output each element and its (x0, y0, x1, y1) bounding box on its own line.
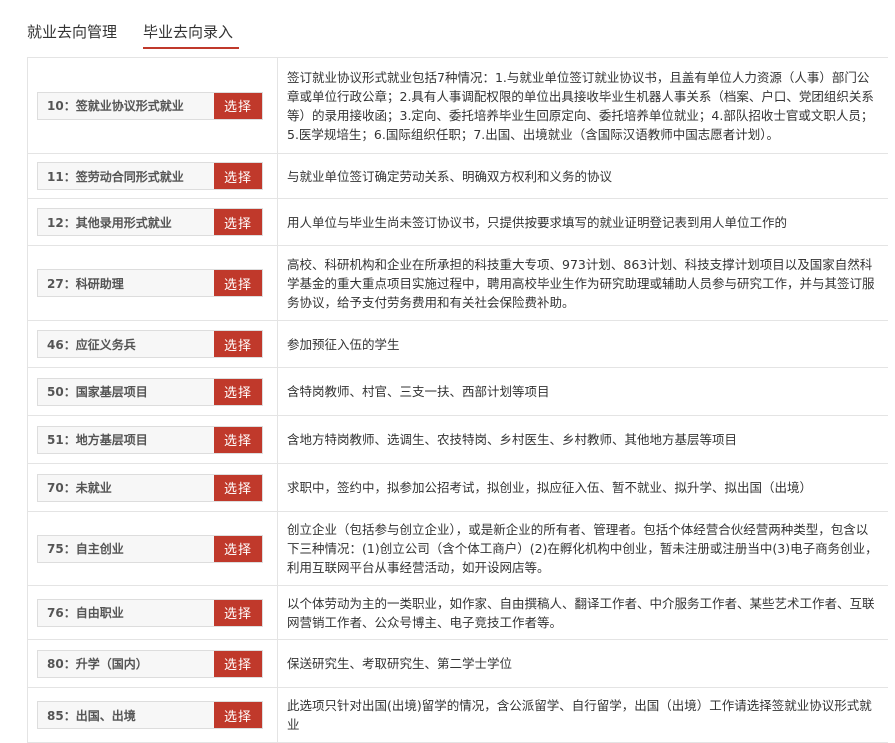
destination-code-label: 76：自由职业 (47, 606, 124, 620)
destination-code-field: 51：地方基层项目 选择 (37, 425, 263, 454)
destination-code-label: 75：自主创业 (47, 542, 124, 556)
select-button[interactable]: 选择 (214, 702, 262, 728)
table-row: 46：应征义务兵 选择 参加预征入伍的学生 (28, 321, 888, 368)
destination-description: 保送研究生、考取研究生、第二学士学位 (287, 656, 513, 671)
table-row: 70：未就业 选择 求职中，签约中，拟参加公招考试，拟创业，拟应征入伍、暂不就业… (28, 464, 888, 512)
destination-code-field: 50：国家基层项目 选择 (37, 377, 263, 406)
destination-description: 高校、科研机构和企业在所承担的科技重大专项、973计划、863计划、科技支撑计划… (287, 256, 875, 310)
select-button[interactable]: 选择 (214, 599, 262, 626)
select-button[interactable]: 选择 (214, 92, 262, 119)
destination-code-label: 85：出国、出境 (47, 708, 136, 723)
destination-code-label: 50：国家基层项目 (47, 385, 148, 399)
table-row: 75：自主创业 选择 创立企业（包括参与创立企业），或是新企业的所有者、管理者。… (28, 512, 888, 586)
destination-description: 此选项只针对出国(出境)留学的情况，含公派留学、自行留学，出国（出境）工作请选择… (287, 698, 872, 732)
destination-description: 含地方特岗教师、选调生、农技特岗、乡村医生、乡村教师、其他地方基层等项目 (287, 432, 738, 447)
select-button[interactable]: 选择 (214, 426, 262, 453)
destination-code-field: 75：自主创业 选择 (37, 534, 263, 563)
table-row: 80：升学（国内） 选择 保送研究生、考取研究生、第二学士学位 (28, 640, 888, 688)
select-button[interactable]: 选择 (214, 163, 262, 189)
select-button[interactable]: 选择 (214, 535, 262, 562)
select-button[interactable]: 选择 (214, 331, 262, 357)
destination-code-field: 12：其他录用形式就业 选择 (37, 208, 263, 236)
destination-code-field: 11：签劳动合同形式就业 选择 (37, 162, 263, 190)
destination-description: 含特岗教师、村官、三支一扶、西部计划等项目 (287, 384, 550, 399)
destination-code-field: 76：自由职业 选择 (37, 598, 263, 627)
destination-code-field: 46：应征义务兵 选择 (37, 330, 263, 358)
destination-code-field: 85：出国、出境 选择 (37, 701, 263, 729)
select-button[interactable]: 选择 (214, 378, 262, 405)
destination-code-label: 51：地方基层项目 (47, 433, 148, 447)
destination-description: 用人单位与毕业生尚未签订协议书，只提供按要求填写的就业证明登记表到用人单位工作的 (287, 214, 788, 230)
destination-description: 创立企业（包括参与创立企业），或是新企业的所有者、管理者。包括个体经营合伙经营两… (287, 522, 878, 575)
tab-employment-management[interactable]: 就业去向管理 (27, 22, 117, 42)
destination-code-label: 12：其他录用形式就业 (47, 215, 172, 230)
destination-description: 以个体劳动为主的一类职业，如作家、自由撰稿人、翻译工作者、中介服务工作者、某些艺… (287, 595, 875, 630)
destination-code-field: 27：科研助理 选择 (37, 269, 263, 297)
destination-description: 签订就业协议形式就业包括7种情况：1.与就业单位签订就业协议书，且盖有单位人力资… (287, 69, 874, 142)
destination-code-label: 11：签劳动合同形式就业 (47, 169, 184, 184)
table-row: 51：地方基层项目 选择 含地方特岗教师、选调生、农技特岗、乡村医生、乡村教师、… (28, 416, 888, 464)
table-row: 11：签劳动合同形式就业 选择 与就业单位签订确定劳动关系、明确双方权利和义务的… (28, 154, 888, 199)
select-button[interactable]: 选择 (214, 270, 262, 296)
tab-bar: 就业去向管理 毕业去向录入 (0, 0, 895, 49)
table-row: 85：出国、出境 选择 此选项只针对出国(出境)留学的情况，含公派留学、自行留学… (28, 688, 888, 743)
table-row: 76：自由职业 选择 以个体劳动为主的一类职业，如作家、自由撰稿人、翻译工作者、… (28, 586, 888, 640)
table-row: 12：其他录用形式就业 选择 用人单位与毕业生尚未签订协议书，只提供按要求填写的… (28, 199, 888, 246)
destination-code-label: 46：应征义务兵 (47, 337, 136, 352)
select-button[interactable]: 选择 (214, 209, 262, 235)
destination-code-field: 80：升学（国内） 选择 (37, 649, 263, 678)
destination-description: 与就业单位签订确定劳动关系、明确双方权利和义务的协议 (287, 168, 613, 184)
destination-code-field: 10：签就业协议形式就业 选择 (37, 91, 263, 120)
destination-code-label: 10：签就业协议形式就业 (47, 99, 184, 113)
table-row: 10：签就业协议形式就业 选择 签订就业协议形式就业包括7种情况：1.与就业单位… (28, 58, 888, 154)
active-tab-indicator (143, 47, 239, 49)
destination-description: 求职中，签约中，拟参加公招考试，拟创业，拟应征入伍、暂不就业、拟升学、拟出国（出… (287, 480, 813, 495)
destination-code-label: 70：未就业 (47, 481, 112, 495)
table-row: 50：国家基层项目 选择 含特岗教师、村官、三支一扶、西部计划等项目 (28, 368, 888, 416)
destination-description: 参加预征入伍的学生 (287, 336, 400, 352)
tab-graduation-destination-entry[interactable]: 毕业去向录入 (143, 22, 233, 42)
table-row: 27：科研助理 选择 高校、科研机构和企业在所承担的科技重大专项、973计划、8… (28, 246, 888, 321)
destination-code-label: 80：升学（国内） (47, 657, 148, 671)
select-button[interactable]: 选择 (214, 650, 262, 677)
destination-code-field: 70：未就业 选择 (37, 473, 263, 502)
select-button[interactable]: 选择 (214, 474, 262, 501)
destination-table: 10：签就业协议形式就业 选择 签订就业协议形式就业包括7种情况：1.与就业单位… (27, 57, 888, 743)
destination-code-label: 27：科研助理 (47, 276, 124, 291)
